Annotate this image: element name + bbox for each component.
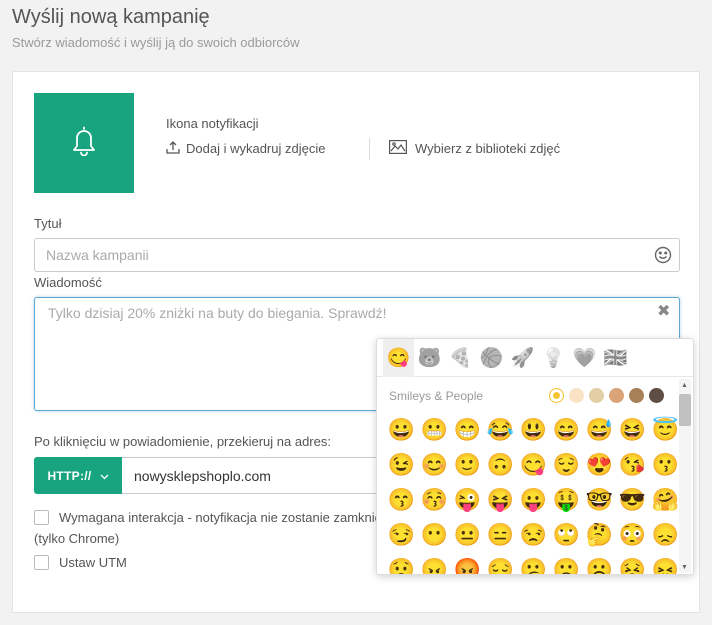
emoji-category-label: Smileys & People xyxy=(389,389,484,403)
page-subtitle: Stwórz wiadomość i wyślij ją do swoich o… xyxy=(12,35,300,50)
emoji-item[interactable]: 😚 xyxy=(418,482,451,517)
emoji-item[interactable]: 😂 xyxy=(484,412,517,447)
emoji-item[interactable]: 😁 xyxy=(451,412,484,447)
emoji-scrollbar-thumb[interactable] xyxy=(679,394,691,426)
emoji-item[interactable]: 😄 xyxy=(550,412,583,447)
upload-crop-label: Dodaj i wykadruj zdjęcie xyxy=(186,141,326,156)
utm-label: Ustaw UTM xyxy=(59,555,127,570)
choose-from-library-label: Wybierz z biblioteki zdjęć xyxy=(415,141,561,156)
bell-icon xyxy=(71,126,97,161)
redirect-label: Po kliknięciu w powiadomienie, przekieru… xyxy=(34,434,331,449)
skin-tone-swatch[interactable] xyxy=(549,388,564,403)
title-input[interactable] xyxy=(34,238,680,272)
message-label: Wiadomość xyxy=(34,275,102,290)
skin-tone-swatch[interactable] xyxy=(649,388,664,403)
emoji-item[interactable]: 🙂 xyxy=(451,447,484,482)
emoji-item[interactable]: 😑 xyxy=(484,517,517,552)
emoji-item[interactable]: 🤔 xyxy=(583,517,616,552)
emoji-item[interactable]: ☹️ xyxy=(583,552,616,574)
emoji-category-tab[interactable]: 🇬🇧 xyxy=(600,339,631,377)
emoji-item[interactable]: 😞 xyxy=(649,517,682,552)
image-icon xyxy=(389,140,407,157)
emoji-item[interactable]: 😐 xyxy=(451,517,484,552)
protocol-select[interactable]: HTTP:// xyxy=(34,457,122,494)
emoji-item[interactable]: 🤑 xyxy=(550,482,583,517)
chrome-only-note: (tylko Chrome) xyxy=(34,531,120,546)
emoji-item[interactable]: 😒 xyxy=(517,517,550,552)
emoji-item[interactable]: 😳 xyxy=(616,517,649,552)
emoji-item[interactable]: 😃 xyxy=(517,412,550,447)
divider xyxy=(369,138,370,160)
emoji-item[interactable]: 🤓 xyxy=(583,482,616,517)
close-emoji-picker-icon[interactable]: ✖ xyxy=(657,304,670,320)
emoji-item[interactable]: 😣 xyxy=(616,552,649,574)
require-interaction-label: Wymagana interakcja - notyfikacja nie zo… xyxy=(59,510,382,525)
page-title: Wyślij nową kampanię xyxy=(12,6,210,28)
emoji-item[interactable]: 😊 xyxy=(418,447,451,482)
emoji-item[interactable]: 🤗 xyxy=(649,482,682,517)
utm-checkbox[interactable] xyxy=(34,555,49,570)
emoji-item[interactable]: 😘 xyxy=(616,447,649,482)
choose-from-library-button[interactable]: Wybierz z biblioteki zdjęć xyxy=(389,140,560,157)
notification-icon-preview[interactable] xyxy=(34,93,134,193)
emoji-item[interactable]: 😏 xyxy=(385,517,418,552)
emoji-item[interactable]: 😔 xyxy=(484,552,517,574)
emoji-item[interactable]: 😙 xyxy=(385,482,418,517)
emoji-item[interactable]: 😬 xyxy=(418,412,451,447)
skin-tone-swatch[interactable] xyxy=(609,388,624,403)
emoji-grid: 😀 😬 😁 😂 😃 😄 😅 😆 😇 😉 😊 🙂 🙃 😋 😌 😍 😘 😗 😙 😚 😜 😝 😛 🤑 🤓 😎 🤗 😏 😶 😐 😑 😒 🙄 🤔 😳 😞 😟 😠 😡 😔… xyxy=(385,412,682,574)
emoji-item[interactable]: 😆 xyxy=(616,412,649,447)
emoji-category-tab[interactable]: 😋 xyxy=(383,339,414,377)
emoji-item[interactable]: 😎 xyxy=(616,482,649,517)
emoji-item[interactable]: 😶 xyxy=(418,517,451,552)
emoji-item[interactable]: 😇 xyxy=(649,412,682,447)
skin-tone-selector xyxy=(549,388,664,403)
scroll-down-arrow-icon[interactable]: ▼ xyxy=(681,564,688,571)
emoji-item[interactable]: 🙃 xyxy=(484,447,517,482)
emoji-item[interactable]: 😅 xyxy=(583,412,616,447)
emoji-item[interactable]: 😠 xyxy=(418,552,451,574)
notification-icon-label: Ikona notyfikacji xyxy=(166,116,259,131)
emoji-category-tab[interactable]: 💡 xyxy=(538,339,569,377)
emoji-item[interactable]: 😟 xyxy=(385,552,418,574)
require-interaction-checkbox[interactable] xyxy=(34,510,49,525)
utm-option: Ustaw UTM xyxy=(34,555,127,570)
emoji-item[interactable]: 😀 xyxy=(385,412,418,447)
emoji-item[interactable]: 😌 xyxy=(550,447,583,482)
emoji-item[interactable]: 😗 xyxy=(649,447,682,482)
emoji-picker-toggle-icon[interactable] xyxy=(654,246,672,264)
require-interaction-option: Wymagana interakcja - notyfikacja nie zo… xyxy=(34,510,382,525)
emoji-category-tabs: 😋 🐻 🍕 🏀 🚀 💡 💗 🇬🇧 xyxy=(377,339,693,377)
title-label: Tytuł xyxy=(34,216,62,231)
emoji-item[interactable]: 😛 xyxy=(517,482,550,517)
emoji-item[interactable]: 😕 xyxy=(517,552,550,574)
emoji-picker: 😋 🐻 🍕 🏀 🚀 💡 💗 🇬🇧 Smileys & People 😀 😬 😁 😂 😃 😄 😅 😆 😇 😉 😊 🙂 🙃… xyxy=(376,338,694,575)
skin-tone-swatch[interactable] xyxy=(629,388,644,403)
emoji-item[interactable]: 😡 xyxy=(451,552,484,574)
protocol-value: HTTP:// xyxy=(47,468,92,483)
emoji-item[interactable]: 😍 xyxy=(583,447,616,482)
emoji-item[interactable]: 😖 xyxy=(649,552,682,574)
emoji-category-tab[interactable]: 🍕 xyxy=(445,339,476,377)
emoji-item[interactable]: 😉 xyxy=(385,447,418,482)
redirect-url-input[interactable] xyxy=(122,457,382,494)
emoji-item[interactable]: 😝 xyxy=(484,482,517,517)
skin-tone-swatch[interactable] xyxy=(569,388,584,403)
emoji-item[interactable]: 🙁 xyxy=(550,552,583,574)
emoji-category-tab[interactable]: 🐻 xyxy=(414,339,445,377)
emoji-item[interactable]: 😋 xyxy=(517,447,550,482)
emoji-category-tab[interactable]: 💗 xyxy=(569,339,600,377)
emoji-item[interactable]: 😜 xyxy=(451,482,484,517)
chevron-down-icon xyxy=(100,469,109,483)
emoji-category-tab[interactable]: 🚀 xyxy=(507,339,538,377)
upload-icon xyxy=(166,140,180,157)
scroll-up-arrow-icon[interactable]: ▲ xyxy=(681,382,688,389)
upload-crop-button[interactable]: Dodaj i wykadruj zdjęcie xyxy=(166,140,325,157)
emoji-item[interactable]: 🙄 xyxy=(550,517,583,552)
skin-tone-swatch[interactable] xyxy=(589,388,604,403)
emoji-category-tab[interactable]: 🏀 xyxy=(476,339,507,377)
